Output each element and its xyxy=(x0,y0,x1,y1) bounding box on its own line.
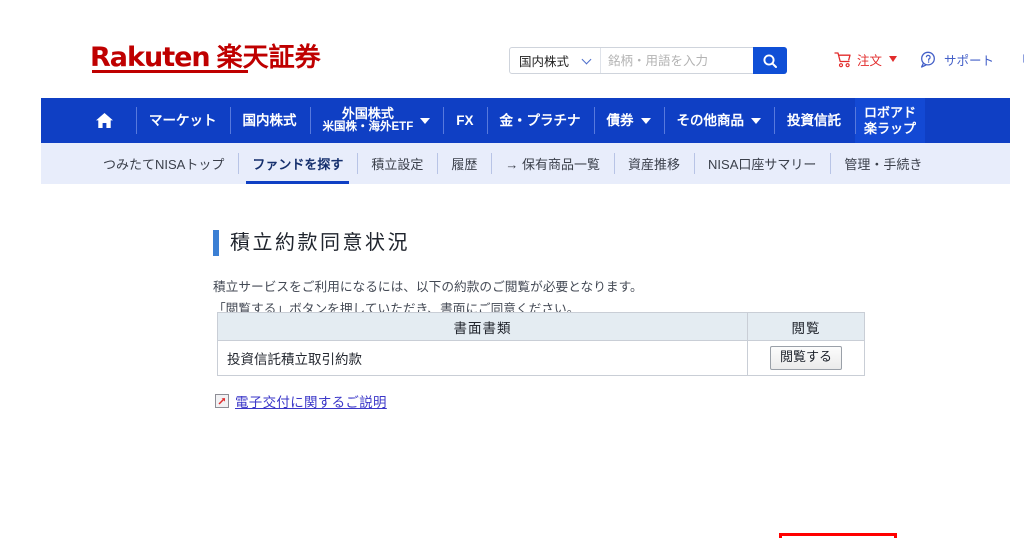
cell-view-action: 閲覧する xyxy=(747,340,865,376)
agreement-table: 書面書類 閲覧 投資信託積立取引約款 閲覧する xyxy=(217,312,865,376)
subnav-item-find-fund[interactable]: ファンドを探す xyxy=(238,143,357,184)
subnav-item-nisa-account-summary[interactable]: NISA口座サマリー xyxy=(694,143,830,184)
subnav-label-nisa-account-summary: NISA口座サマリー xyxy=(708,157,817,172)
nav-item-bonds[interactable]: 債券 xyxy=(593,98,664,143)
subnav-item-holdings-list[interactable]: → 保有商品一覧 xyxy=(491,143,614,184)
search-bar: 国内株式 xyxy=(509,47,788,74)
nav-label-fx: FX xyxy=(456,112,474,128)
order-menu[interactable]: 注文 xyxy=(834,50,898,69)
nav-label-other-products: その他商品 xyxy=(676,112,745,128)
external-link-icon xyxy=(215,394,229,408)
subnav-label-history: 履歴 xyxy=(451,157,478,172)
subnav-item-history[interactable]: 履歴 xyxy=(437,143,491,184)
logo-japanese-text: 楽天証券 xyxy=(216,42,321,72)
subnav-label-asset-transition: 資産推移 xyxy=(628,157,681,172)
annotation-highlight-box xyxy=(779,533,897,538)
site-header: Rakuten 楽天証券 国内株式 銘柄・用語を入力 注文 サポート xyxy=(41,22,1024,98)
chevron-down-icon xyxy=(583,56,592,65)
nav-item-roboadvisor[interactable]: ロボアド 楽ラップ xyxy=(855,98,926,143)
title-accent-bar xyxy=(213,230,219,256)
table-row: 投資信託積立取引約款 閲覧する xyxy=(217,340,865,376)
nav-label-roboadvisor: ロボアド xyxy=(864,105,917,121)
sub-navigation: つみたてNISAトップ ファンドを探す 積立設定 履歴 → 保有商品一覧 資産推… xyxy=(41,143,1010,184)
subnav-label-find-fund: ファンドを探す xyxy=(252,157,344,172)
cell-document-name: 投資信託積立取引約款 xyxy=(217,340,748,376)
question-chat-icon xyxy=(920,51,935,68)
nav-label-foreign-stocks-sub: 米国株・海外ETF xyxy=(322,121,414,134)
nav-label-foreign-stocks: 外国株式 xyxy=(341,106,394,122)
nav-label-market: マーケット xyxy=(149,112,217,128)
subnav-item-asset-transition[interactable]: 資産推移 xyxy=(614,143,694,184)
caret-down-icon xyxy=(751,117,761,124)
site-container: Rakuten 楽天証券 国内株式 銘柄・用語を入力 注文 サポート マーケット… xyxy=(41,22,1024,538)
subnav-label-holdings-list: → 保有商品一覧 xyxy=(505,157,601,172)
nav-label-gold-platinum: 金・プラチナ xyxy=(499,112,581,128)
page-title: 積立約款同意状況 xyxy=(213,230,410,256)
nav-label-domestic-stocks: 国内株式 xyxy=(242,112,297,128)
page-title-text: 積立約款同意状況 xyxy=(230,232,410,254)
search-button[interactable] xyxy=(753,47,788,74)
subnav-label-accumulation-settings: 積立設定 xyxy=(371,157,424,172)
table-header-row: 書面書類 閲覧 xyxy=(217,312,865,341)
caret-down-icon xyxy=(420,117,431,124)
search-category-label: 国内株式 xyxy=(519,55,570,69)
nav-item-home[interactable] xyxy=(41,98,136,143)
support-menu[interactable]: サポート xyxy=(919,50,994,69)
subnav-item-accumulation-settings[interactable]: 積立設定 xyxy=(357,143,437,184)
search-input[interactable] xyxy=(601,48,754,73)
nav-item-gold-platinum[interactable]: 金・プラチナ xyxy=(486,98,594,143)
description-line-1: 積立サービスをご利用になるには、以下の約款のご閲覧が必要となります。 xyxy=(213,280,643,294)
rakuten-securities-logo[interactable]: Rakuten 楽天証券 xyxy=(90,41,321,74)
nav-item-investment-trust[interactable]: 投資信託 xyxy=(774,98,854,143)
nav-label-investment-trust: 投資信託 xyxy=(787,112,841,128)
nav-item-market[interactable]: マーケット xyxy=(136,98,230,143)
nav-label-rakuwrap: 楽ラップ xyxy=(864,120,917,136)
search-category-dropdown[interactable]: 国内株式 xyxy=(510,48,602,73)
nav-item-other-products[interactable]: その他商品 xyxy=(663,98,775,143)
home-icon xyxy=(96,113,113,128)
caret-down-icon xyxy=(889,56,898,62)
screenshot-root: Rakuten 楽天証券 国内株式 銘柄・用語を入力 注文 サポート マーケット… xyxy=(0,0,1024,538)
subnav-label-tsumitate-nisa-top: つみたてNISAトップ xyxy=(103,157,225,172)
search-icon xyxy=(763,53,778,68)
logo-latin-text: Rakuten xyxy=(90,42,211,73)
view-button[interactable]: 閲覧する xyxy=(769,346,842,370)
support-label: サポート xyxy=(944,53,995,68)
nav-item-foreign-stocks[interactable]: 外国株式 米国株・海外ETF xyxy=(309,98,444,143)
cart-icon xyxy=(834,51,851,67)
nav-item-domestic-stocks[interactable]: 国内株式 xyxy=(229,98,310,143)
subnav-item-tsumitate-nisa-top[interactable]: つみたてNISAトップ xyxy=(41,143,238,184)
main-content: 積立約款同意状況 積立サービスをご利用になるには、以下の約款のご閲覧が必要となり… xyxy=(41,184,1024,538)
column-header-document: 書面書類 xyxy=(217,312,748,341)
caret-down-icon xyxy=(640,117,651,124)
global-navigation: マーケット 国内株式 外国株式 米国株・海外ETF FX 金・プラチナ 債券 そ… xyxy=(41,98,1010,143)
header-actions: 注文 サポート xyxy=(834,49,1024,69)
order-label: 注文 xyxy=(857,53,883,68)
electronic-delivery-link-label: 電子交付に関するご説明 xyxy=(235,395,387,410)
subnav-item-management-procedures[interactable]: 管理・手続き xyxy=(830,143,936,184)
nav-item-fx[interactable]: FX xyxy=(443,98,486,143)
column-header-view: 閲覧 xyxy=(747,312,865,341)
nav-label-bonds: 債券 xyxy=(606,112,634,128)
logo-underline xyxy=(92,70,248,73)
electronic-delivery-link[interactable]: 電子交付に関するご説明 xyxy=(215,391,387,411)
subnav-label-management-procedures: 管理・手続き xyxy=(844,157,923,172)
